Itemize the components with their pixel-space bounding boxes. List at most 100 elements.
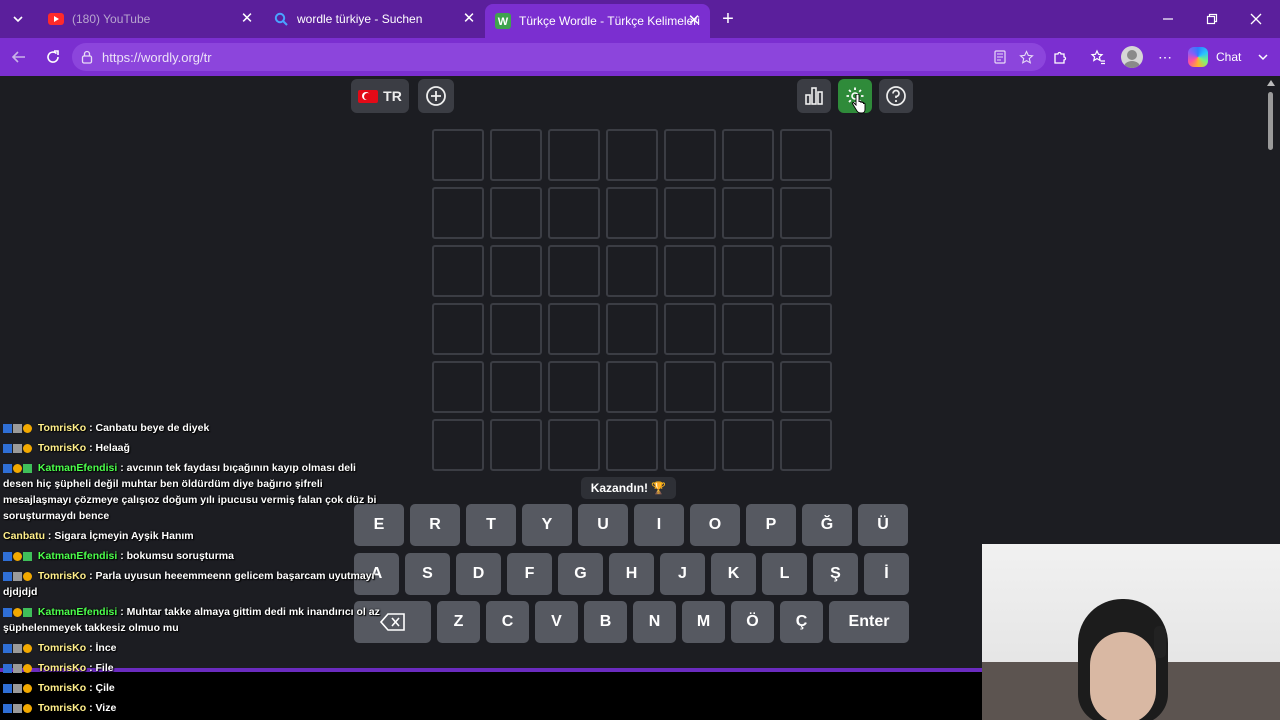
chat-message: KatmanEfendisi : avcının tek faydası bıç… bbox=[3, 460, 381, 524]
svg-text:W: W bbox=[498, 16, 509, 28]
grid-cell bbox=[490, 129, 542, 181]
back-button[interactable] bbox=[6, 45, 32, 69]
window-close-button[interactable] bbox=[1234, 0, 1278, 38]
key[interactable]: G bbox=[558, 553, 603, 595]
grid-cell bbox=[432, 245, 484, 297]
grid-cell bbox=[548, 303, 600, 355]
grid-cell bbox=[432, 129, 484, 181]
profile-avatar[interactable] bbox=[1121, 46, 1143, 68]
grid-cell bbox=[664, 303, 716, 355]
key[interactable]: C bbox=[486, 601, 529, 643]
grid-cell bbox=[548, 187, 600, 239]
grid-cell bbox=[780, 419, 832, 471]
key[interactable]: F bbox=[507, 553, 552, 595]
site-info-icon[interactable] bbox=[72, 50, 102, 64]
question-circle-icon bbox=[886, 86, 906, 106]
grid-cell bbox=[780, 129, 832, 181]
bar-chart-icon bbox=[805, 87, 823, 105]
key[interactable]: K bbox=[711, 553, 756, 595]
close-icon[interactable]: ✕ bbox=[686, 13, 702, 29]
key[interactable]: U bbox=[578, 504, 628, 546]
key[interactable]: H bbox=[609, 553, 654, 595]
new-game-button[interactable] bbox=[418, 79, 454, 113]
key[interactable]: T bbox=[466, 504, 516, 546]
key[interactable]: R bbox=[410, 504, 460, 546]
grid-cell bbox=[490, 361, 542, 413]
chat-badges bbox=[3, 460, 33, 476]
key[interactable]: L bbox=[762, 553, 807, 595]
minimize-button[interactable] bbox=[1146, 0, 1190, 38]
key[interactable]: V bbox=[535, 601, 578, 643]
extensions-button[interactable] bbox=[1047, 45, 1073, 69]
chat-username: Canbatu bbox=[3, 530, 45, 542]
key[interactable]: Ğ bbox=[802, 504, 852, 546]
turkey-flag-icon bbox=[358, 89, 379, 103]
copilot-chat-button[interactable]: Chat bbox=[1188, 44, 1241, 70]
grid-cell bbox=[722, 303, 774, 355]
grid-cell bbox=[722, 419, 774, 471]
language-button[interactable]: TR bbox=[351, 79, 409, 113]
reload-button[interactable] bbox=[40, 45, 66, 69]
key[interactable]: J bbox=[660, 553, 705, 595]
key[interactable]: B bbox=[584, 601, 627, 643]
scroll-up-arrow-icon[interactable] bbox=[1267, 80, 1275, 86]
chat-username: TomrisKo bbox=[37, 662, 87, 674]
key[interactable]: D bbox=[456, 553, 501, 595]
tab-search[interactable]: wordle türkiye - Suchen ✕ bbox=[263, 0, 485, 38]
key[interactable]: S bbox=[405, 553, 450, 595]
chat-badges bbox=[3, 420, 33, 436]
key[interactable]: İ bbox=[864, 553, 909, 595]
tab-list-button[interactable] bbox=[6, 7, 30, 31]
tab-title: Türkçe Wordle - Türkçe Kelimeleri bbox=[519, 14, 700, 28]
reload-icon bbox=[47, 50, 59, 63]
favorites-button[interactable] bbox=[1085, 45, 1111, 69]
grid-cell bbox=[548, 245, 600, 297]
statistics-button[interactable] bbox=[797, 79, 831, 113]
grid-cell bbox=[490, 419, 542, 471]
enter-key[interactable]: Enter bbox=[829, 601, 909, 643]
key[interactable]: P bbox=[746, 504, 796, 546]
key[interactable]: N bbox=[633, 601, 676, 643]
grid-cell bbox=[432, 187, 484, 239]
key[interactable]: I bbox=[634, 504, 684, 546]
reader-view-icon[interactable] bbox=[988, 45, 1012, 69]
wordle-w-icon: W bbox=[495, 13, 511, 29]
key[interactable]: Y bbox=[522, 504, 572, 546]
key[interactable]: M bbox=[682, 601, 725, 643]
close-icon[interactable]: ✕ bbox=[461, 11, 477, 27]
key[interactable]: Ç bbox=[780, 601, 823, 643]
tab-wordle-active[interactable]: W Türkçe Wordle - Türkçe Kelimeleri ✕ bbox=[485, 4, 710, 38]
grid-cell bbox=[490, 245, 542, 297]
chat-username: TomrisKo bbox=[37, 422, 87, 434]
more-menu-button[interactable]: ⋯ bbox=[1152, 45, 1178, 69]
chat-text: : Çile bbox=[89, 682, 115, 694]
new-tab-button[interactable]: + bbox=[716, 7, 740, 31]
tab-youtube[interactable]: (180) YouTube ✕ bbox=[38, 0, 263, 38]
chat-badges bbox=[3, 440, 33, 456]
chat-message: TomrisKo : Canbatu beye de diyek bbox=[3, 420, 381, 436]
chat-username: TomrisKo bbox=[37, 682, 87, 694]
scroll-thumb[interactable] bbox=[1268, 92, 1273, 150]
grid-cell bbox=[432, 361, 484, 413]
chat-message: TomrisKo : Vize bbox=[3, 700, 381, 716]
chat-username: TomrisKo bbox=[37, 442, 87, 454]
address-bar[interactable]: https://wordly.org/tr bbox=[72, 43, 1046, 71]
chat-message: TomrisKo : File bbox=[3, 660, 381, 676]
restore-button[interactable] bbox=[1190, 0, 1234, 38]
grid-cell bbox=[548, 361, 600, 413]
on-screen-keyboard: E R T Y U I O P Ğ Ü A S D F G H J K L Ş … bbox=[354, 504, 910, 646]
webcam-overlay bbox=[982, 544, 1280, 720]
key[interactable]: Z bbox=[437, 601, 480, 643]
sidebar-toggle-button[interactable] bbox=[1250, 45, 1276, 69]
headset-icon bbox=[1154, 626, 1166, 658]
grid-cell bbox=[432, 303, 484, 355]
key[interactable]: Ö bbox=[731, 601, 774, 643]
chat-badges bbox=[3, 568, 33, 584]
key[interactable]: O bbox=[690, 504, 740, 546]
key[interactable]: Ş bbox=[813, 553, 858, 595]
help-button[interactable] bbox=[879, 79, 913, 113]
favorite-star-icon[interactable] bbox=[1014, 45, 1038, 69]
key[interactable]: Ü bbox=[858, 504, 908, 546]
close-icon[interactable]: ✕ bbox=[239, 11, 255, 27]
hand-cursor-icon bbox=[852, 94, 866, 114]
